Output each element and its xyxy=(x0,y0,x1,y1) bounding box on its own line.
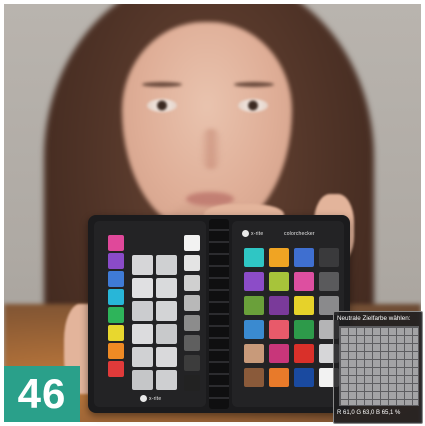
xrite-logo-icon xyxy=(140,395,147,402)
white-patch xyxy=(132,347,153,367)
color-swatch xyxy=(108,253,124,269)
white-patch xyxy=(156,370,177,390)
picker-rgb-readout: R 61,0 G 63,0 B 65,1 % xyxy=(337,410,401,416)
white-patch xyxy=(132,324,153,344)
picker-grid[interactable] xyxy=(339,326,419,406)
left-eyebrow xyxy=(142,82,182,87)
white-patch xyxy=(132,301,153,321)
white-patch xyxy=(156,324,177,344)
gray-patch xyxy=(184,235,200,251)
colorchecker-logo: colorchecker xyxy=(284,231,315,237)
gray-patch xyxy=(184,275,200,291)
neutral-color-picker[interactable]: Neutrale Zielfarbe wählen: R 61,0 G 63,0… xyxy=(333,311,423,424)
color-patch xyxy=(319,272,339,291)
color-patch xyxy=(244,296,264,315)
color-patch xyxy=(269,272,289,291)
white-patch xyxy=(156,255,177,275)
page-number-badge: 46 xyxy=(4,366,80,422)
color-swatch xyxy=(108,289,124,305)
gray-patch xyxy=(184,315,200,331)
color-patch xyxy=(294,272,314,291)
right-eye xyxy=(238,99,268,112)
color-swatch xyxy=(108,361,124,377)
color-checker: x-rite x-rite colorchecker xyxy=(88,215,350,413)
color-patch xyxy=(244,368,264,387)
color-patch xyxy=(294,296,314,315)
color-patch xyxy=(244,320,264,339)
right-brand: x-rite xyxy=(242,230,263,237)
gray-patch xyxy=(184,355,200,371)
gray-patch xyxy=(184,375,200,391)
color-swatch xyxy=(108,307,124,323)
color-swatch xyxy=(108,235,124,251)
color-patch xyxy=(269,344,289,363)
checker-left-panel: x-rite xyxy=(94,221,206,407)
left-eye xyxy=(147,99,177,112)
picker-title: Neutrale Zielfarbe wählen: xyxy=(337,315,411,322)
right-eyebrow xyxy=(234,82,274,87)
color-patch xyxy=(244,272,264,291)
color-patch xyxy=(294,368,314,387)
white-patch xyxy=(156,347,177,367)
white-patch xyxy=(132,255,153,275)
gray-patch xyxy=(184,335,200,351)
white-patch xyxy=(156,301,177,321)
white-patch xyxy=(156,278,177,298)
color-patch xyxy=(294,344,314,363)
white-balance-patches xyxy=(132,255,177,390)
color-swatch xyxy=(108,271,124,287)
color-patch xyxy=(319,248,339,267)
classic-color-grid xyxy=(244,248,339,387)
color-patch xyxy=(244,248,264,267)
white-patch xyxy=(132,370,153,390)
color-swatch xyxy=(108,343,124,359)
color-swatch xyxy=(108,325,124,341)
color-patch xyxy=(244,344,264,363)
left-brand: x-rite xyxy=(140,395,161,402)
color-patch xyxy=(294,320,314,339)
checker-hinge xyxy=(209,219,229,409)
gray-patch xyxy=(184,255,200,271)
color-patch xyxy=(269,296,289,315)
left-color-strip xyxy=(108,235,124,379)
color-patch xyxy=(269,320,289,339)
checker-right-panel: x-rite colorchecker xyxy=(232,221,344,407)
xrite-logo-icon xyxy=(242,230,249,237)
gray-patch xyxy=(184,295,200,311)
color-patch xyxy=(294,248,314,267)
color-patch xyxy=(269,248,289,267)
gray-column xyxy=(184,235,200,395)
white-patch xyxy=(132,278,153,298)
nose xyxy=(200,129,222,169)
color-patch xyxy=(269,368,289,387)
